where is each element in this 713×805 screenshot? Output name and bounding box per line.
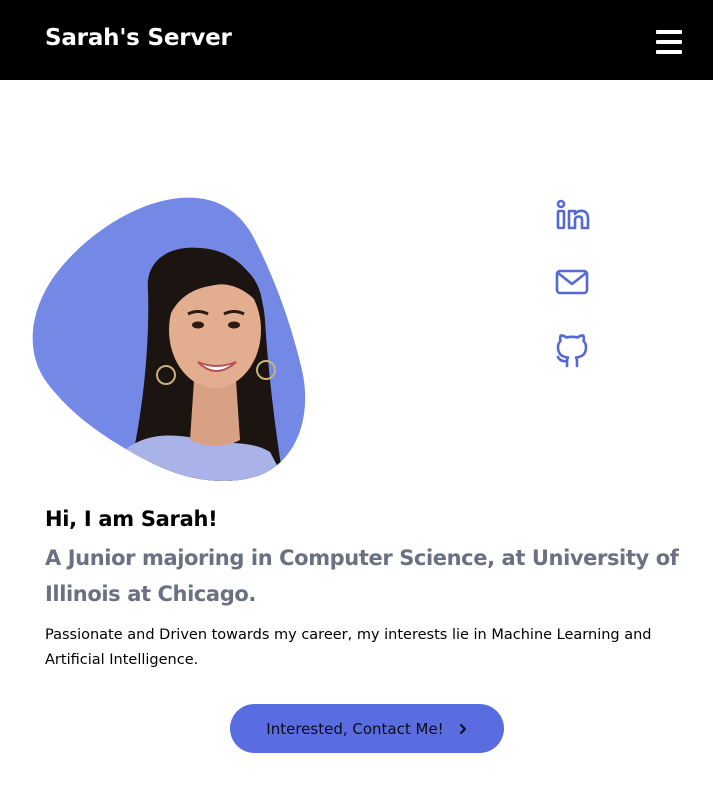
site-brand[interactable]: Sarah's Server [45, 25, 232, 51]
chevron-right-icon [459, 723, 466, 734]
profile-photo [32, 197, 306, 481]
email-link[interactable] [550, 262, 594, 302]
github-link[interactable] [550, 330, 594, 370]
bio-description: Passionate and Driven towards my career,… [45, 627, 652, 668]
linkedin-link[interactable] [550, 196, 594, 236]
contact-me-label: Interested, Contact Me! [266, 719, 444, 738]
github-icon [556, 334, 588, 368]
greeting-heading: Hi, I am Sarah! [45, 507, 218, 531]
mail-icon [555, 269, 589, 295]
navbar: Sarah's Server [0, 0, 713, 80]
subtitle-heading: A Junior majoring in Computer Science, a… [45, 546, 679, 606]
linkedin-icon [556, 199, 590, 230]
contact-me-button[interactable]: Interested, Contact Me! [230, 704, 504, 753]
hamburger-menu-icon[interactable] [654, 29, 684, 55]
